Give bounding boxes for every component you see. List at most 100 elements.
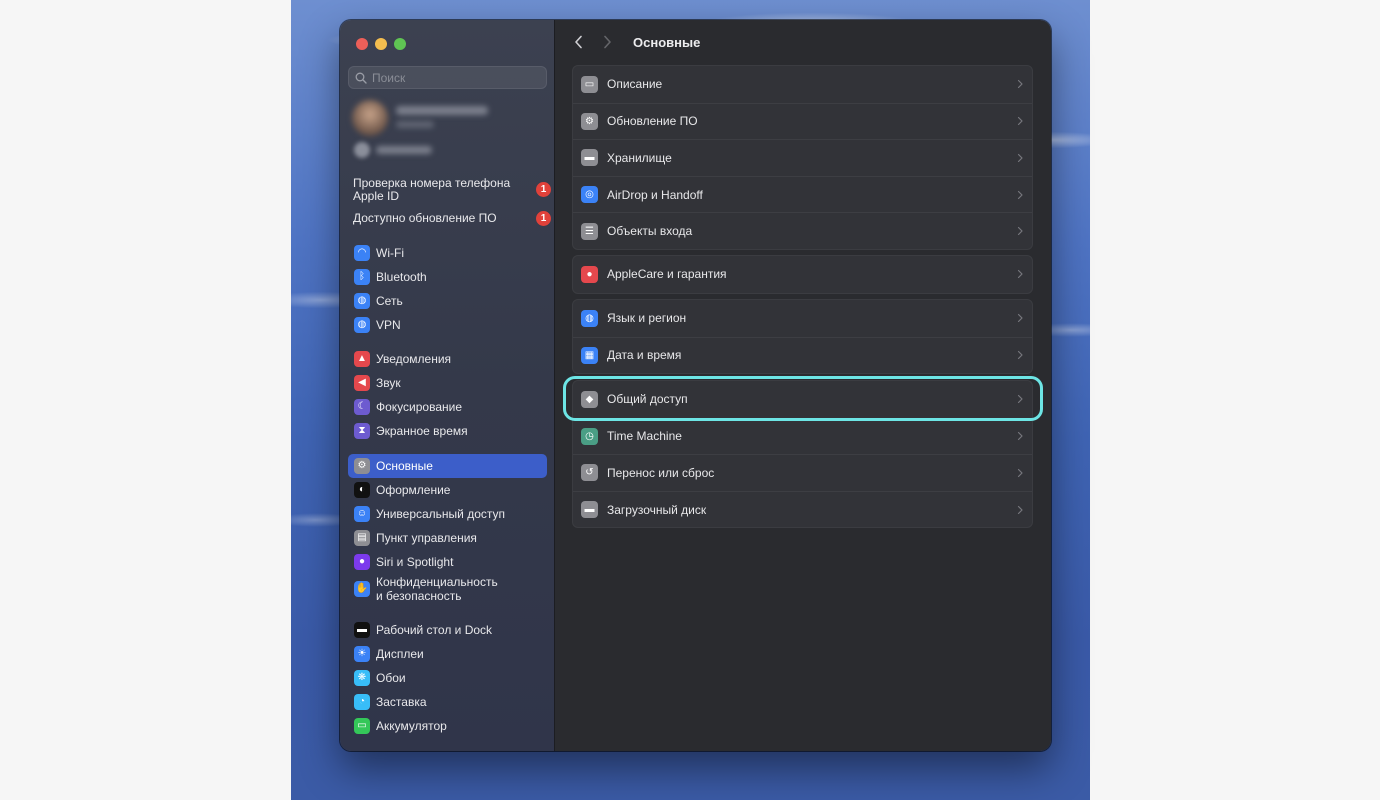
hourglass-icon: ⧗ [354, 423, 370, 439]
sidebar-item-speaker[interactable]: ◀ Звук [348, 371, 547, 395]
settings-row-airdrop[interactable]: ◎ AirDrop и Handoff [573, 175, 1032, 213]
sidebar-item-label: Siri и Spotlight [376, 555, 454, 569]
settings-row-storage[interactable]: ▬ Хранилище [573, 139, 1032, 176]
sidebar-item-control-center[interactable]: ▤ Пункт управления [348, 526, 547, 550]
sidebar-item-siri[interactable]: ● Siri и Spotlight [348, 550, 547, 574]
settings-row-apple[interactable]: ● AppleCare и гарантия [573, 256, 1032, 293]
settings-row-software-update[interactable]: ⚙ Обновление ПО [573, 102, 1032, 140]
apple-id-profile[interactable] [352, 100, 542, 160]
reset-icon: ↺ [581, 464, 598, 482]
system-settings-window: Проверка номера телефона Apple ID 1 Дост… [340, 20, 1051, 751]
calendar-icon: ▦ [581, 346, 598, 364]
settings-row-sharing[interactable]: ◆ Общий доступ [573, 381, 1032, 418]
settings-row-label: Time Machine [607, 429, 682, 444]
search-icon [355, 72, 367, 84]
airdrop-icon: ◎ [581, 186, 598, 204]
settings-row-label: Объекты входа [607, 224, 693, 239]
settings-card-about: ▭ Описание ⚙ Обновление ПО ▬ Хранилище ◎ AirDro… [572, 65, 1033, 250]
notice-apple-id-phone[interactable]: Проверка номера телефона Apple ID 1 [353, 176, 551, 205]
vpn-globe-icon: ◍ [354, 317, 370, 333]
bell-icon: ▲ [354, 351, 370, 367]
speaker-icon: ◀ [354, 375, 370, 391]
chevron-right-icon [1017, 351, 1023, 360]
sidebar-group-network: ◠ Wi-Fi ᛒ Bluetooth ◍ Сеть ◍ VPN [348, 241, 547, 337]
chevron-right-icon [1017, 314, 1023, 323]
sun-icon: ☀ [354, 646, 370, 662]
back-button[interactable] [569, 32, 589, 52]
sidebar-item-screensaver[interactable]: ◔ Заставка [348, 690, 547, 714]
moon-icon: ☾ [354, 399, 370, 415]
settings-row-reset[interactable]: ↺ Перенос или сброс [573, 454, 1032, 491]
sidebar-item-label: Bluetooth [376, 270, 427, 284]
search-field[interactable] [348, 66, 547, 89]
settings-card-applecare: ● AppleCare и гарантия [572, 255, 1033, 294]
toolbar: Основные [555, 20, 1051, 64]
bluetooth-icon: ᛒ [354, 269, 370, 285]
sidebar-item-sun[interactable]: ☀ Дисплеи [348, 642, 547, 666]
sidebar-item-gear[interactable]: ⚙ Основные [348, 454, 547, 478]
sidebar-item-accessibility[interactable]: ☺ Универсальный доступ [348, 502, 547, 526]
chevron-right-icon [1017, 395, 1023, 404]
sidebar-item-hand[interactable]: ✋ Конфиденциальность и безопасность [348, 574, 547, 604]
family-avatar [354, 142, 370, 158]
chevron-right-icon [1017, 153, 1023, 163]
sidebar-item-hourglass[interactable]: ⧗ Экранное время [348, 419, 547, 443]
time-machine-icon: ◷ [581, 427, 598, 445]
siri-icon: ● [354, 554, 370, 570]
sidebar-item-globe[interactable]: ◍ Сеть [348, 289, 547, 313]
notice-label: Доступно обновление ПО [353, 211, 497, 225]
minimize-button[interactable] [375, 38, 387, 50]
window-controls [356, 38, 406, 50]
chevron-right-icon [1017, 468, 1023, 478]
sidebar-item-dock[interactable]: ▬ Рабочий стол и Dock [348, 618, 547, 642]
globe-icon: ◍ [354, 293, 370, 309]
sidebar-item-label: Универсальный доступ [376, 507, 506, 521]
sidebar-item-label: Экранное время [376, 424, 468, 438]
settings-row-list[interactable]: ☰ Объекты входа [573, 212, 1032, 249]
appearance-icon: ◐ [354, 482, 370, 498]
sidebar-item-label: Уведомления [376, 352, 452, 366]
settings-row-globe[interactable]: ◍ Язык и регион [573, 300, 1032, 337]
accessibility-icon: ☺ [354, 506, 370, 522]
settings-row-laptop[interactable]: ▭ Описание [573, 66, 1032, 103]
settings-row-label: Дата и время [607, 348, 682, 363]
sidebar-item-moon[interactable]: ☾ Фокусирование [348, 395, 547, 419]
chevron-right-icon [1017, 227, 1023, 236]
sidebar-item-label: Рабочий стол и Dock [376, 623, 493, 637]
notice-software-update[interactable]: Доступно обновление ПО 1 [353, 211, 551, 228]
notice-label: Проверка номера телефона Apple ID [353, 176, 511, 203]
settings-row-time-machine[interactable]: ◷ Time Machine [573, 417, 1032, 455]
settings-row-calendar[interactable]: ▦ Дата и время [573, 336, 1032, 374]
settings-card-sharing: ◆ Общий доступ ◷ Time Machine ↺ Перенос или с… [572, 380, 1033, 529]
sidebar-item-flower[interactable]: ❋ Обои [348, 666, 547, 690]
dock-icon: ▬ [354, 622, 370, 638]
sidebar-item-vpn-globe[interactable]: ◍ VPN [348, 313, 547, 337]
sidebar-item-bell[interactable]: ▲ Уведомления [348, 347, 547, 371]
forward-button[interactable] [597, 32, 617, 52]
chevron-right-icon [1017, 432, 1023, 441]
settings-row-label: AppleCare и гарантия [607, 267, 727, 282]
sidebar-item-wifi[interactable]: ◠ Wi-Fi [348, 241, 547, 265]
list-icon: ☰ [581, 222, 598, 240]
screensaver-icon: ◔ [354, 694, 370, 710]
chevron-right-icon [1017, 117, 1023, 126]
zoom-button[interactable] [394, 38, 406, 50]
sidebar-item-label: Основные [376, 459, 433, 473]
main-pane: Основные ▭ Описание ⚙ Обновление ПО ▬ Хранили… [555, 20, 1051, 751]
sidebar-item-label: Аккумулятор [376, 719, 447, 733]
close-button[interactable] [356, 38, 368, 50]
settings-row-disk[interactable]: ▬ Загрузочный диск [573, 490, 1032, 528]
settings-row-label: Описание [607, 77, 663, 92]
sharing-icon: ◆ [581, 390, 598, 408]
sidebar-item-label: Звук [376, 376, 401, 390]
laptop-icon: ▭ [581, 75, 598, 93]
sidebar-item-bluetooth[interactable]: ᛒ Bluetooth [348, 265, 547, 289]
sidebar-item-appearance[interactable]: ◐ Оформление [348, 478, 547, 502]
settings-row-label: Хранилище [607, 150, 672, 165]
sidebar-item-battery[interactable]: ▭ Аккумулятор [348, 714, 547, 738]
sidebar-item-label: Сеть [376, 294, 403, 308]
search-input[interactable] [372, 70, 542, 85]
settings-row-label: Перенос или сброс [607, 465, 715, 480]
storage-icon: ▬ [581, 149, 598, 167]
settings-row-label: AirDrop и Handoff [607, 187, 703, 202]
